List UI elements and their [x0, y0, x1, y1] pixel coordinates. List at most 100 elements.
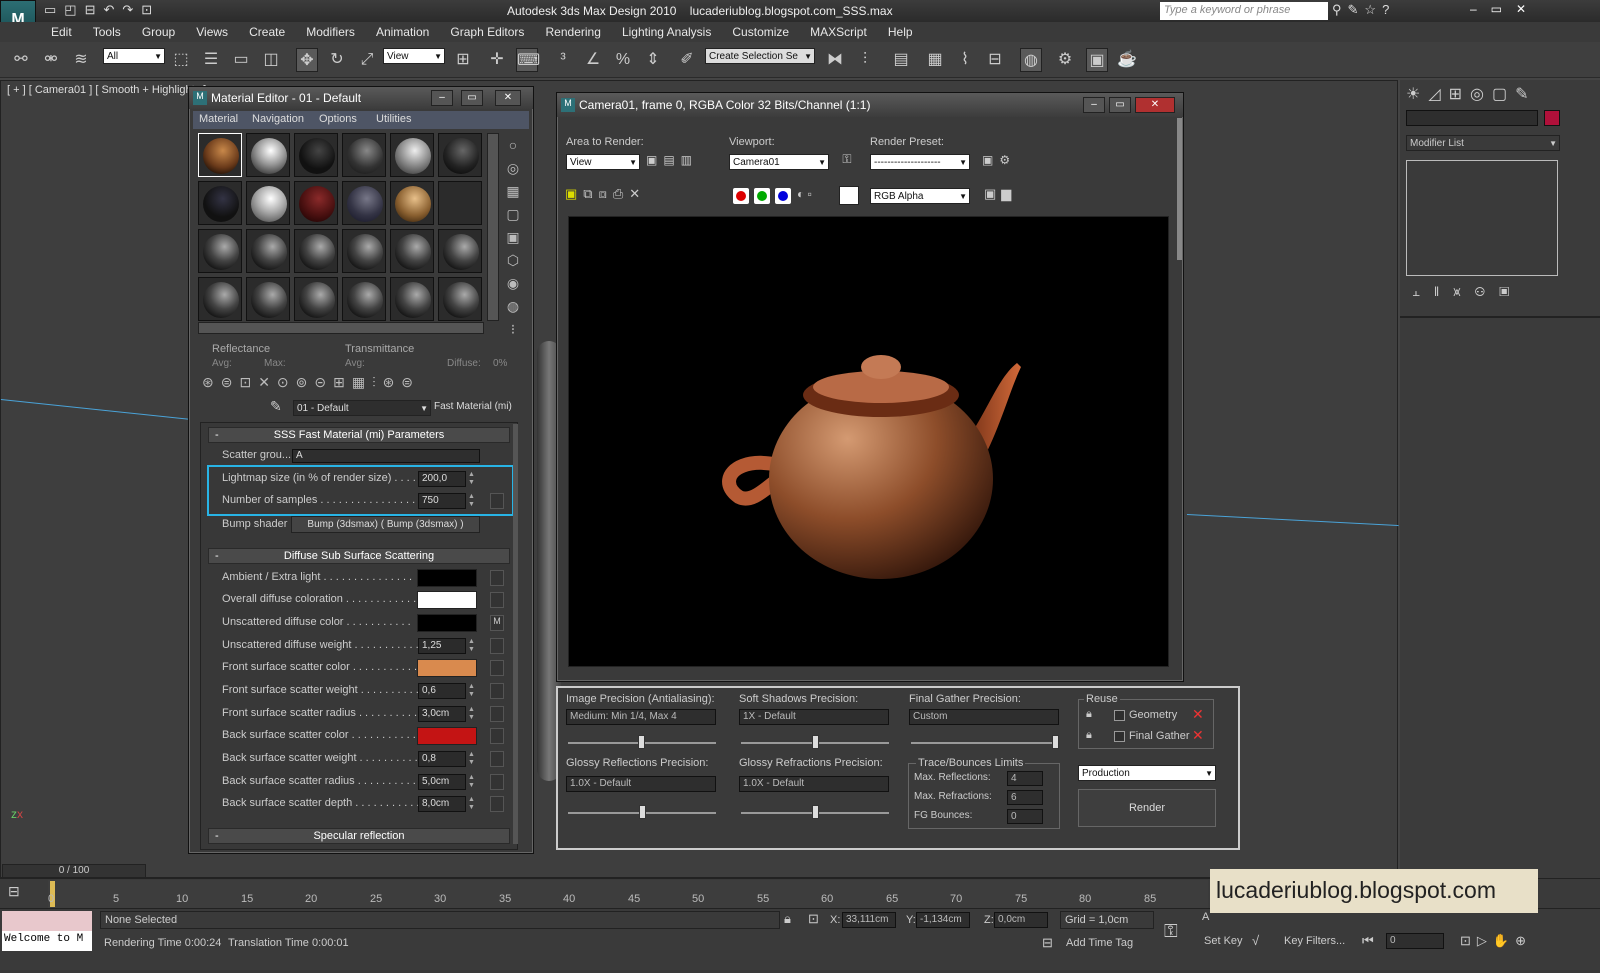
close-button[interactable]: ✕ — [495, 90, 521, 106]
back-scatter-weight-spinner[interactable]: ▲ ▼ — [468, 751, 476, 767]
help-icons[interactable]: ⚲✎☆? — [1332, 2, 1395, 18]
viewport-label[interactable]: [ + ] [ Camera01 ] [ Smooth + Highlights… — [7, 84, 206, 96]
final-gather-precision-field[interactable]: Custom — [909, 709, 1059, 725]
ambient-map-button[interactable] — [490, 570, 504, 586]
back-scatter-depth-map-button[interactable] — [490, 796, 504, 812]
sample-slot[interactable] — [390, 133, 434, 177]
sample-slot[interactable] — [246, 181, 290, 225]
auto-key-button[interactable]: A — [1202, 911, 1209, 923]
area-tool-icons[interactable]: ▣▤▥ — [646, 153, 698, 167]
front-scatter-weight-map-button[interactable] — [490, 683, 504, 699]
graphite-icon[interactable]: ▦ — [924, 48, 946, 72]
image-precision-thumb[interactable] — [638, 735, 645, 749]
sample-slot[interactable] — [294, 181, 338, 225]
object-color-swatch[interactable] — [1544, 110, 1560, 126]
sample-slot[interactable] — [198, 229, 242, 273]
y-coordinate-field[interactable]: -1,134cm — [916, 912, 970, 928]
menu-modifiers[interactable]: Modifiers — [297, 22, 364, 39]
selection-lock-icon[interactable]: 🔒︎ — [784, 911, 791, 927]
go-to-start-icon[interactable]: ⏮ — [1362, 933, 1374, 949]
final-gather-lock-icon[interactable]: 🔒︎ — [1086, 729, 1092, 742]
display-mode-icons[interactable]: ▣▆ — [984, 186, 1016, 202]
sample-slot[interactable] — [198, 133, 242, 177]
display-channel-dropdown[interactable]: RGB Alpha — [870, 188, 970, 204]
sample-slot[interactable] — [246, 133, 290, 177]
percent-snap-icon[interactable]: % — [612, 48, 634, 72]
lightmap-size-spinner[interactable]: ▲ ▼ — [468, 471, 476, 487]
object-name-field[interactable] — [1406, 110, 1538, 126]
material-tool-icons[interactable]: ⊛⊜⊡✕⊙⊚⊝⊞▦⫶⊛⊜ — [202, 374, 520, 391]
soft-shadows-thumb[interactable] — [812, 735, 819, 749]
selection-filter-dropdown[interactable]: All — [103, 48, 165, 64]
back-scatter-weight-field[interactable]: 0,8 — [418, 751, 466, 767]
sample-slot[interactable] — [390, 229, 434, 273]
add-time-tag[interactable]: Add Time Tag — [1066, 937, 1133, 949]
blue-channel-toggle[interactable] — [775, 188, 791, 204]
quick-access-icons[interactable]: ▭◰⊟↶↷⊡ — [44, 2, 160, 18]
alpha-channel-icon[interactable]: ◐ ▫ — [797, 187, 812, 201]
menu-rendering[interactable]: Rendering — [537, 22, 610, 39]
final-gather-checkbox[interactable] — [1114, 731, 1125, 742]
menu-lighting-analysis[interactable]: Lighting Analysis — [613, 22, 720, 39]
menu-edit[interactable]: Edit — [42, 22, 81, 39]
modifier-list-dropdown[interactable]: Modifier List — [1406, 135, 1560, 151]
area-to-render-dropdown[interactable]: View — [566, 154, 640, 170]
maxscript-mini-listener[interactable]: Welcome to M — [2, 931, 92, 951]
render-window-scrollbar[interactable] — [1177, 118, 1182, 260]
pivot-icon[interactable]: ⊞ — [452, 48, 474, 72]
red-channel-toggle[interactable] — [733, 188, 749, 204]
sample-slots-hscrollbar[interactable] — [198, 322, 484, 334]
sample-slot[interactable] — [246, 229, 290, 273]
modifier-stack[interactable] — [1406, 160, 1558, 276]
maxscript-listener-pink[interactable] — [2, 911, 92, 931]
rollout-scrollbar[interactable] — [513, 424, 518, 844]
manipulate-icon[interactable]: ✛ — [486, 48, 508, 72]
sample-slot[interactable] — [294, 229, 338, 273]
maximize-button[interactable]: ▭ — [461, 90, 483, 106]
sample-slot[interactable] — [342, 181, 386, 225]
sample-slot[interactable] — [390, 181, 434, 225]
front-scatter-weight-spinner[interactable]: ▲ ▼ — [468, 683, 476, 699]
sample-slot[interactable] — [198, 277, 242, 321]
diffuse-sss-rollout-header[interactable]: - Diffuse Sub Surface Scattering — [208, 548, 510, 564]
minimize-button[interactable]: – — [431, 90, 453, 106]
menu-animation[interactable]: Animation — [367, 22, 438, 39]
rendered-frame-icon[interactable]: ▣ — [1086, 48, 1108, 72]
render-minimize-button[interactable]: – — [1083, 97, 1105, 113]
key-filters-button[interactable]: Key Filters... — [1284, 935, 1345, 947]
named-selection-dropdown[interactable]: Create Selection Se — [705, 48, 815, 64]
window-crossing-icon[interactable]: ◫ — [260, 48, 282, 72]
move-icon[interactable]: ✥ — [296, 48, 318, 72]
scale-icon[interactable]: ⤢ — [356, 48, 378, 72]
search-input[interactable]: Type a keyword or phrase — [1160, 2, 1328, 20]
menu-customize[interactable]: Customize — [723, 22, 798, 39]
time-slider[interactable]: 0 / 100 — [2, 864, 146, 878]
key-mode-icon[interactable]: √ — [1252, 933, 1259, 948]
production-dropdown[interactable]: Production — [1078, 765, 1216, 781]
menu-navigation[interactable]: Navigation — [252, 113, 304, 125]
sample-slot[interactable] — [294, 277, 338, 321]
ambient-extra-light-swatch[interactable] — [417, 569, 477, 587]
image-precision-field[interactable]: Medium: Min 1/4, Max 4 — [566, 709, 716, 725]
back-scatter-radius-field[interactable]: 5,0cm — [418, 774, 466, 790]
sample-slot[interactable] — [198, 181, 242, 225]
glossy-reflections-field[interactable]: 1.0X - Default — [566, 776, 716, 792]
menu-views[interactable]: Views — [187, 22, 237, 39]
front-scatter-color-map-button[interactable] — [490, 660, 504, 676]
open-mini-curve-icon[interactable]: ⊟ — [8, 883, 20, 900]
snaps-icon[interactable]: ³ — [552, 48, 574, 72]
curve-editor-icon[interactable]: ⌇ — [954, 48, 976, 72]
back-scatter-depth-spinner[interactable]: ▲ ▼ — [468, 796, 476, 812]
z-coordinate-field[interactable]: 0,0cm — [994, 912, 1048, 928]
sample-slots-scrollbar[interactable] — [487, 133, 499, 321]
specular-reflection-rollout-header[interactable]: - Specular reflection — [208, 828, 510, 844]
link-icon[interactable]: ⚯ — [10, 48, 32, 72]
side-tool-icons[interactable]: ○ ◎ ▦ ▢ ▣ ⬡ ◉ ◍ ⁝ — [504, 134, 522, 341]
stack-tool-icons[interactable]: ⫠‖⩙⚇▣ — [1412, 284, 1523, 300]
render-production-icon[interactable]: ☕ — [1116, 48, 1138, 72]
sample-slot[interactable] — [246, 277, 290, 321]
sample-slot[interactable] — [342, 133, 386, 177]
front-scatter-color-swatch[interactable] — [417, 659, 477, 677]
spinner-snap-icon[interactable]: ⇕ — [642, 48, 664, 72]
lightmap-size-field[interactable]: 200,0 — [418, 471, 466, 487]
